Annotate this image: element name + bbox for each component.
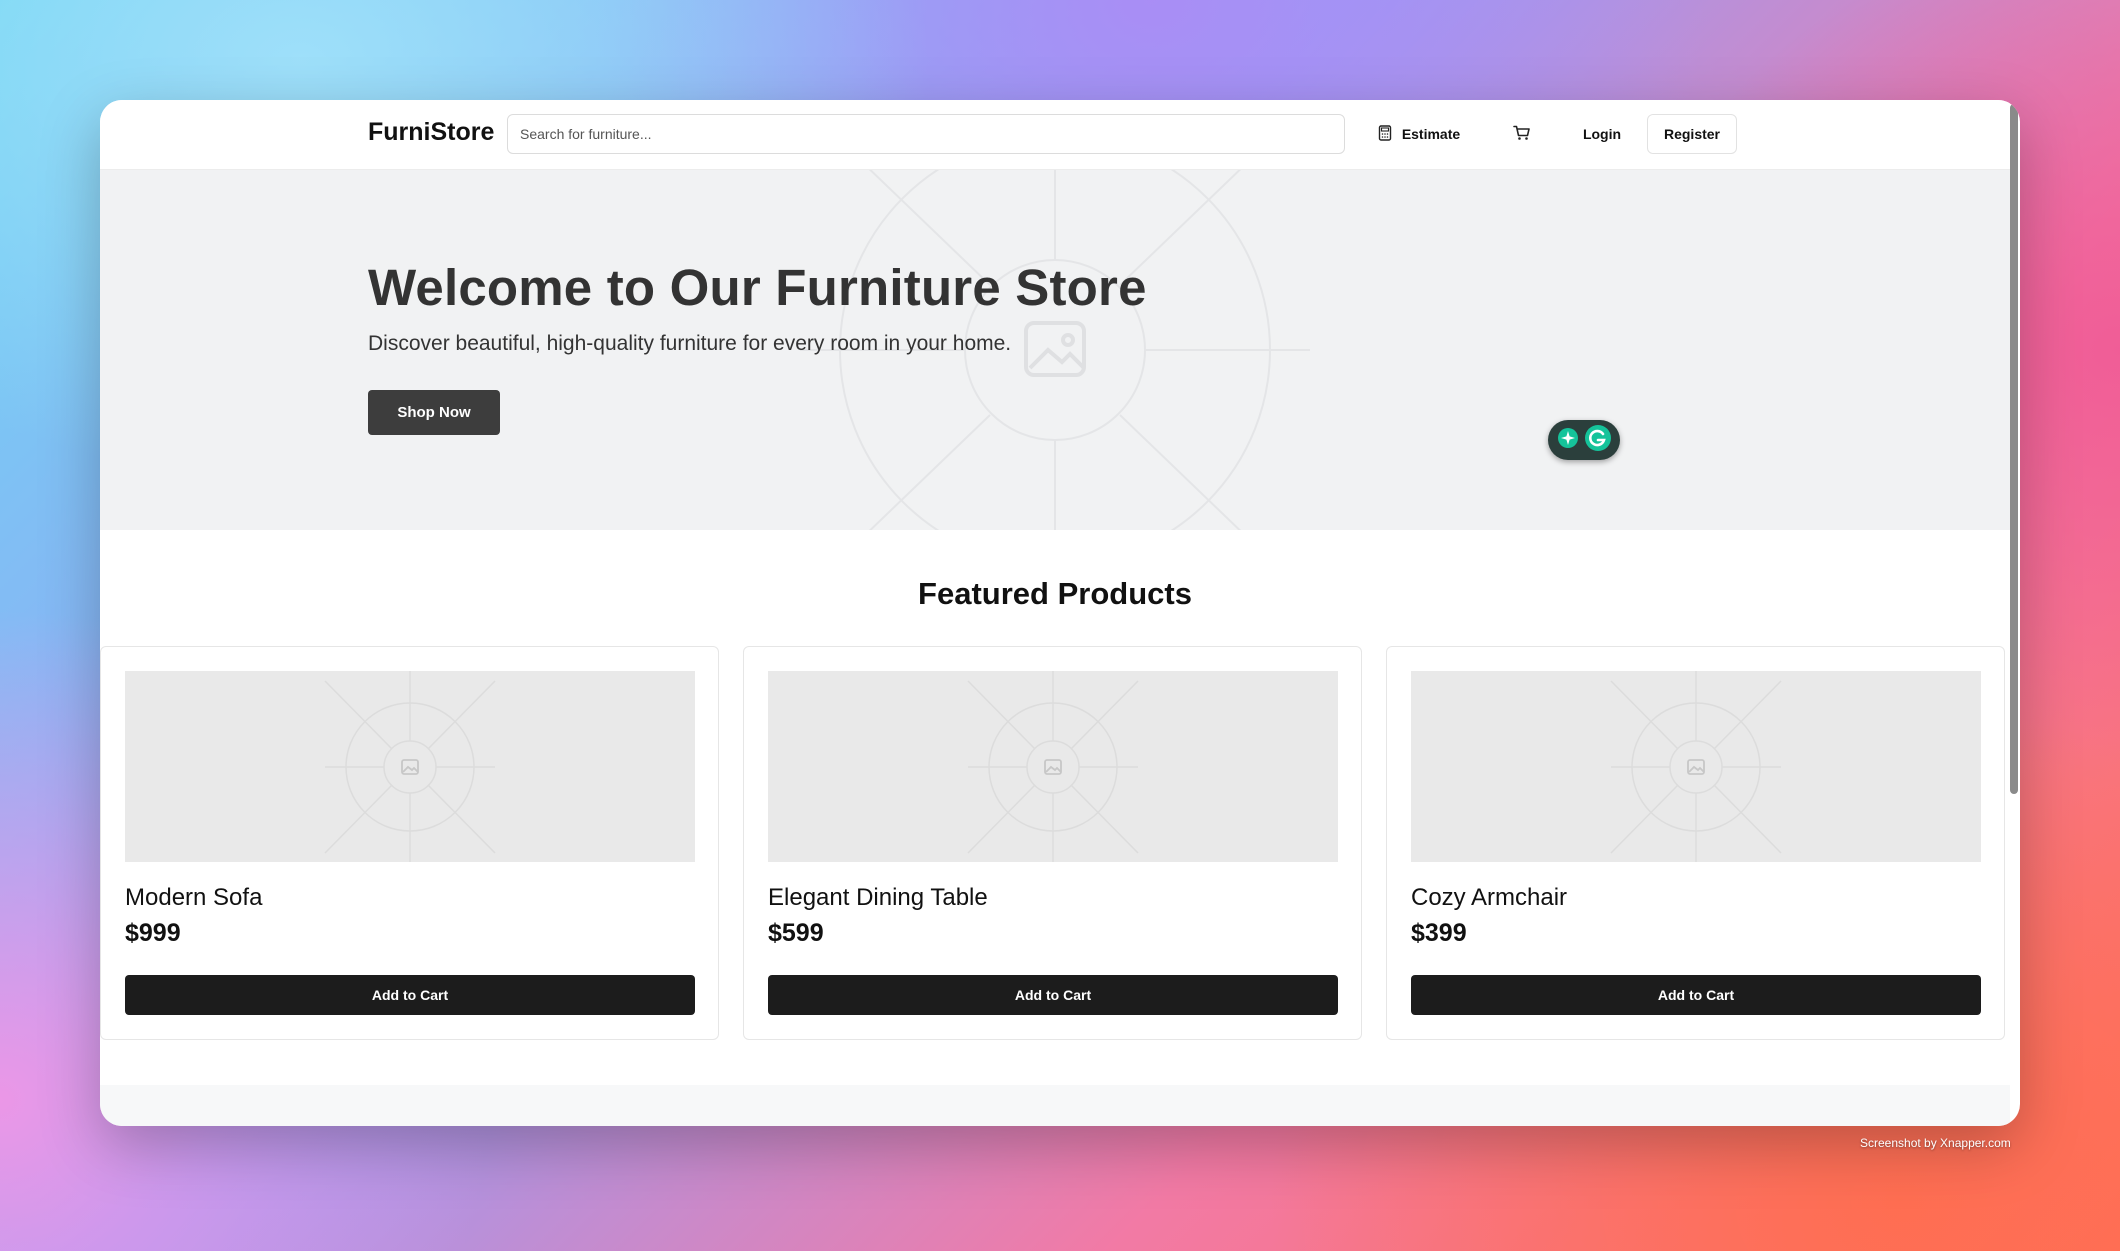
site-header: FurniStore Estimate Login Regis [100, 100, 2010, 170]
add-to-cart-button[interactable]: Add to Cart [768, 975, 1338, 1015]
register-button[interactable]: Register [1647, 114, 1737, 154]
image-placeholder-icon [967, 671, 1139, 862]
hero-subtitle: Discover beautiful, high-quality furnitu… [368, 332, 1012, 355]
product-card: Modern Sofa $999 Add to Cart [100, 646, 719, 1040]
browser-window: FurniStore Estimate Login Regis [100, 100, 2020, 1126]
product-card: Elegant Dining Table $599 Add to Cart [743, 646, 1362, 1040]
product-price: $599 [768, 919, 824, 947]
product-price: $399 [1411, 919, 1467, 947]
product-image[interactable] [768, 671, 1338, 862]
sparkle-icon [1557, 427, 1579, 454]
grammarly-icon [1584, 424, 1612, 457]
add-to-cart-button[interactable]: Add to Cart [1411, 975, 1981, 1015]
estimate-button[interactable]: Estimate [1365, 114, 1473, 154]
vertical-scrollbar[interactable] [2010, 104, 2018, 794]
footer-strip [100, 1085, 2010, 1126]
hero-title: Welcome to Our Furniture Store [368, 259, 1147, 316]
shop-now-button[interactable]: Shop Now [368, 390, 500, 435]
image-placeholder-icon [324, 671, 496, 862]
product-card: Cozy Armchair $399 Add to Cart [1386, 646, 2005, 1040]
product-name[interactable]: Modern Sofa [125, 884, 262, 912]
login-button[interactable]: Login [1566, 114, 1638, 154]
search-input[interactable] [507, 114, 1345, 154]
watermark: Screenshot by Xnapper.com [1860, 1136, 2011, 1150]
hero-banner: Welcome to Our Furniture Store Discover … [100, 170, 2010, 530]
product-image[interactable] [125, 671, 695, 862]
product-image[interactable] [1411, 671, 1981, 862]
site-logo[interactable]: FurniStore [368, 118, 494, 147]
cart-button[interactable] [1500, 114, 1544, 154]
grammarly-widget[interactable] [1548, 420, 1620, 460]
product-name[interactable]: Elegant Dining Table [768, 884, 988, 912]
calculator-icon [1378, 124, 1392, 144]
cart-icon [1513, 125, 1531, 144]
add-to-cart-button[interactable]: Add to Cart [125, 975, 695, 1015]
estimate-label: Estimate [1401, 126, 1461, 142]
featured-products-title: Featured Products [918, 576, 1192, 611]
product-name[interactable]: Cozy Armchair [1411, 884, 1567, 912]
product-price: $999 [125, 919, 181, 947]
image-placeholder-icon [1610, 671, 1782, 862]
